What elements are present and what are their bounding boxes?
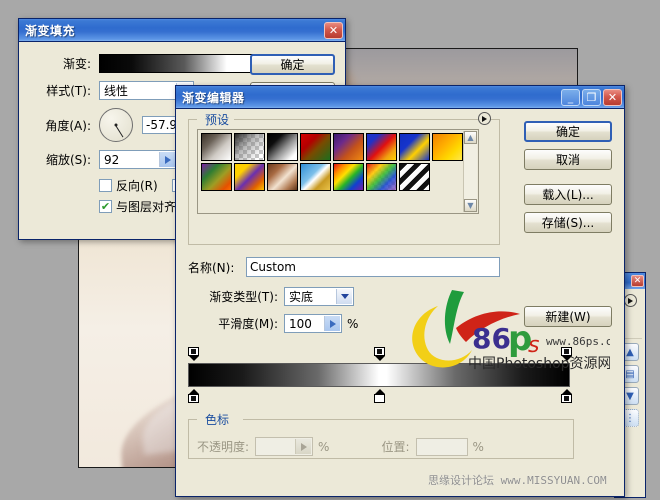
stop-props-row: 不透明度: % 位置: % — [197, 437, 565, 456]
gradient-label: 渐变: — [62, 57, 91, 71]
scale-value: 92 — [104, 152, 120, 167]
gradient-type-label: 渐变类型(T): — [209, 290, 278, 304]
screen: ✕ ▲ ▤ ▼ ⋮ 渐变填充 ✕ 渐变: 样式(T): 线性 角度(A): -5… — [0, 0, 660, 500]
angle-label: 角度(A): — [45, 118, 91, 133]
preset-swatch[interactable] — [399, 133, 430, 161]
scale-input[interactable]: 92 — [99, 150, 177, 169]
preset-swatch[interactable] — [300, 133, 331, 161]
scale-stepper-button[interactable] — [159, 152, 175, 167]
window-buttons: _ ❐ ✕ — [561, 88, 622, 106]
presets-row-1 — [200, 132, 476, 162]
opacity-stop[interactable] — [561, 347, 572, 361]
angle-knob — [114, 123, 118, 127]
color-stop[interactable] — [188, 389, 199, 403]
style-label: 样式(T): — [46, 84, 91, 98]
smoothness-input[interactable]: 100 — [284, 314, 342, 333]
editor-new-button[interactable]: 新建(W) — [524, 306, 612, 327]
presets-scrollbar[interactable]: ▲ ▼ — [463, 131, 477, 212]
preset-swatch[interactable] — [333, 133, 364, 161]
play-triangle-icon — [482, 115, 487, 122]
reverse-label: 反向(R) — [116, 179, 158, 193]
gradient-type-row: 渐变类型(T): 实底 — [188, 287, 612, 306]
opacity-unit: % — [318, 439, 330, 454]
name-label: 名称(N): — [188, 260, 235, 275]
opacity-label: 不透明度: — [197, 440, 250, 454]
preset-swatch[interactable] — [399, 163, 430, 191]
preset-swatch[interactable] — [201, 133, 232, 161]
reverse-checkbox[interactable] — [99, 179, 112, 192]
stops-group: 色标 不透明度: % 位置: % — [188, 411, 574, 459]
fill-ok-button[interactable]: 确定 — [250, 54, 335, 75]
presets-group-label: 预设 — [201, 111, 234, 128]
name-value: Custom — [250, 260, 296, 274]
presets-row-2 — [200, 162, 476, 192]
gradient-fill-title: 渐变填充 — [25, 23, 76, 38]
preset-swatch[interactable] — [267, 133, 298, 161]
preset-swatch[interactable] — [432, 133, 463, 161]
color-stop[interactable] — [561, 389, 572, 403]
close-icon[interactable]: ✕ — [603, 88, 622, 106]
name-row: 名称(N): Custom — [188, 257, 612, 277]
editor-ok-button[interactable]: 确定 — [524, 121, 612, 142]
preset-swatch[interactable] — [366, 163, 397, 191]
presets-group: 预设 ▲ ▼ — [188, 111, 500, 245]
maximize-icon[interactable]: ❐ — [582, 88, 601, 106]
stops-group-label: 色标 — [201, 411, 234, 428]
preset-swatch[interactable] — [201, 163, 232, 191]
gradient-type-arrow[interactable] — [336, 289, 352, 304]
play-triangle-icon — [627, 297, 633, 304]
watermark-bottom: 思缘设计论坛 www.MISSYUAN.COM — [428, 474, 607, 487]
scale-label: 缩放(S): — [45, 153, 91, 167]
preset-swatch[interactable] — [300, 163, 331, 191]
gradient-editor-dialog[interactable]: 渐变编辑器 _ ❐ ✕ 预设 ▲ ▼ 名称(N): Custom 渐变类型(T)… — [175, 85, 625, 497]
close-icon[interactable]: ✕ — [324, 21, 343, 39]
opacity-stepper-button — [295, 439, 312, 454]
play-triangle-icon — [329, 319, 336, 328]
editor-save-button[interactable]: 存储(S)... — [524, 212, 612, 233]
gradient-editor-titlebar[interactable]: 渐变编辑器 _ ❐ ✕ — [176, 86, 624, 109]
gradient-type-select[interactable]: 实底 — [284, 287, 354, 306]
gradient-bar[interactable] — [188, 363, 570, 387]
chevron-down-icon — [340, 294, 349, 299]
presets-grid[interactable]: ▲ ▼ — [197, 129, 479, 214]
angle-dial[interactable] — [99, 108, 133, 142]
position-label: 位置: — [381, 440, 410, 454]
gradient-fill-titlebar[interactable]: 渐变填充 ✕ — [19, 19, 345, 42]
editor-cancel-button[interactable]: 取消 — [524, 149, 612, 170]
chevron-up-icon[interactable]: ▲ — [464, 131, 477, 144]
smoothness-label: 平滑度(M): — [218, 317, 278, 331]
name-input[interactable]: Custom — [246, 257, 500, 277]
play-triangle-icon — [300, 442, 307, 451]
gradient-type-value: 实底 — [289, 290, 314, 304]
gradient-editor-title: 渐变编辑器 — [182, 90, 245, 105]
preset-swatch[interactable] — [333, 163, 364, 191]
preset-swatch[interactable] — [234, 163, 265, 191]
color-stop[interactable] — [374, 389, 385, 403]
side-palette-menu-icon[interactable] — [623, 294, 637, 307]
smoothness-value: 100 — [289, 316, 312, 331]
align-checkbox[interactable] — [99, 200, 112, 213]
gradient-bar-editor[interactable] — [188, 347, 574, 405]
smoothness-unit: % — [347, 316, 359, 331]
smoothness-stepper-button[interactable] — [324, 316, 340, 331]
opacity-input — [255, 437, 314, 456]
window-buttons: ✕ — [324, 21, 343, 39]
opacity-stop[interactable] — [188, 347, 199, 361]
angle-needle — [115, 125, 124, 138]
chevron-down-icon[interactable]: ▼ — [464, 199, 477, 212]
opacity-stop[interactable] — [374, 347, 385, 361]
preset-swatch[interactable] — [234, 133, 265, 161]
gradient-editor-body: 预设 ▲ ▼ 名称(N): Custom 渐变类型(T): 实底 平滑度(M):… — [176, 109, 624, 469]
editor-load-button[interactable]: 载入(L)... — [524, 184, 612, 205]
minimize-icon[interactable]: _ — [561, 88, 580, 106]
close-icon[interactable]: ✕ — [631, 275, 644, 287]
play-triangle-icon — [164, 155, 171, 164]
style-select-value: 线性 — [104, 84, 129, 98]
presets-menu-button[interactable] — [478, 112, 491, 125]
position-unit: % — [472, 439, 484, 454]
position-input — [415, 437, 468, 456]
preset-swatch[interactable] — [366, 133, 397, 161]
preset-swatch[interactable] — [267, 163, 298, 191]
